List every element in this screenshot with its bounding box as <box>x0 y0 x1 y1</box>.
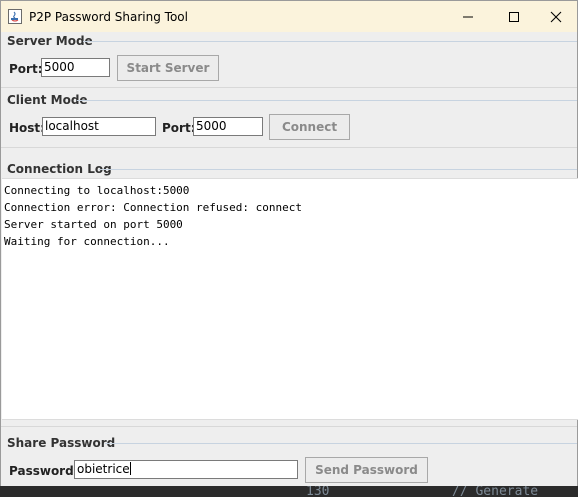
password-label: Password: <box>9 464 79 478</box>
connect-button[interactable]: Connect <box>269 114 350 140</box>
title-bar[interactable]: P2P Password Sharing Tool <box>1 1 577 32</box>
app-window: P2P Password Sharing Tool Server Mode Po… <box>0 0 578 497</box>
start-server-button[interactable]: Start Server <box>117 55 219 81</box>
password-field[interactable]: obietrice <box>74 460 298 479</box>
background-code-text: // Generate <box>452 486 539 497</box>
section-separator <box>1 87 577 88</box>
client-mode-title: Client Mode <box>7 93 88 107</box>
password-value: obietrice <box>77 462 130 476</box>
log-line: Connecting to localhost:5000 <box>4 184 190 197</box>
section-separator <box>1 147 577 148</box>
section-separator <box>1 426 577 427</box>
window-title: P2P Password Sharing Tool <box>29 10 188 24</box>
server-port-field[interactable]: 5000 <box>41 58 110 77</box>
minimize-icon <box>463 16 473 17</box>
share-password-title: Share Password <box>7 436 116 450</box>
connection-log-textarea[interactable]: Connecting to localhost:5000 Connection … <box>2 178 578 420</box>
maximize-icon <box>509 11 519 22</box>
close-icon <box>550 11 562 22</box>
connection-log-title: Connection Log <box>7 162 112 176</box>
client-port-field[interactable]: 5000 <box>193 117 263 136</box>
share-password-divider <box>105 443 577 444</box>
connection-log-divider <box>99 169 577 170</box>
server-port-label: Port: <box>9 62 43 76</box>
log-line: Waiting for connection... <box>4 235 170 248</box>
background-editor-strip: 130 // Generate <box>0 486 578 497</box>
host-field[interactable]: localhost <box>42 117 156 136</box>
send-password-button[interactable]: Send Password <box>305 457 428 483</box>
close-button[interactable] <box>533 1 578 32</box>
background-line-number: 130 <box>306 486 330 497</box>
client-port-label: Port: <box>162 121 196 135</box>
server-mode-title: Server Mode <box>7 34 93 48</box>
log-line: Server started on port 5000 <box>4 218 183 231</box>
java-app-icon <box>8 9 22 24</box>
maximize-button[interactable] <box>491 1 537 32</box>
host-label: Host: <box>9 121 45 135</box>
client-mode-divider <box>77 100 577 101</box>
text-caret <box>129 462 131 475</box>
minimize-button[interactable] <box>445 1 491 32</box>
log-line: Connection error: Connection refused: co… <box>4 201 303 214</box>
server-mode-divider <box>83 41 577 42</box>
